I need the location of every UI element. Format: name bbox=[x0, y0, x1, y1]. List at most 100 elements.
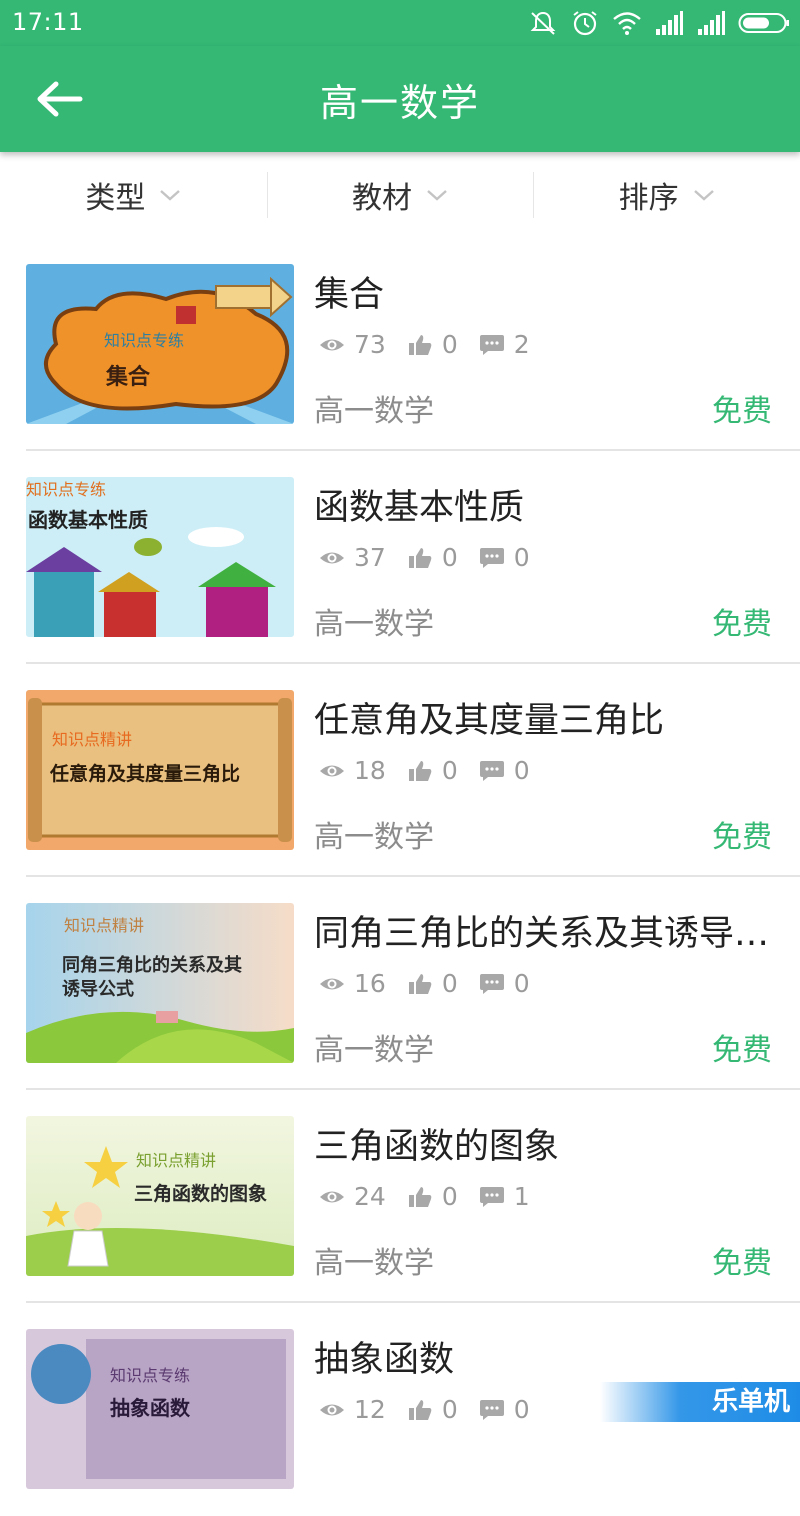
list-item[interactable]: 知识点精讲 任意角及其度量三角比 任意角及其度量三角比 18 0 0 高一数学 … bbox=[0, 664, 800, 877]
thumb-caption-line2: 诱导公式 bbox=[62, 978, 134, 1000]
views-count: 12 bbox=[354, 1395, 386, 1424]
likes-count: 0 bbox=[442, 756, 458, 785]
likes-count: 0 bbox=[442, 969, 458, 998]
eye-icon bbox=[318, 759, 346, 783]
course-stats: 37 0 0 bbox=[318, 543, 550, 572]
signal-icon bbox=[696, 9, 726, 37]
thumb-caption: 抽象函数 bbox=[110, 1396, 191, 1420]
course-price: 免费 bbox=[712, 1025, 772, 1069]
thumb-caption: 三角函数的图象 bbox=[134, 1182, 267, 1205]
battery-icon bbox=[738, 11, 790, 35]
chat-bubble-icon bbox=[478, 1185, 506, 1209]
eye-icon bbox=[318, 972, 346, 996]
chat-bubble-icon bbox=[478, 972, 506, 996]
filter-label: 排序 bbox=[619, 173, 679, 217]
course-thumbnail: 知识点精讲 同角三角比的关系及其 诱导公式 bbox=[26, 903, 294, 1063]
list-item[interactable]: 知识点精讲 同角三角比的关系及其 诱导公式 同角三角比的关系及其诱导公式 16 … bbox=[0, 877, 800, 1090]
chevron-down-icon bbox=[693, 188, 715, 202]
comments-count: 1 bbox=[514, 1182, 530, 1211]
signal-icon bbox=[654, 9, 684, 37]
thumbs-up-icon bbox=[406, 546, 434, 570]
course-stats: 18 0 0 bbox=[318, 756, 550, 785]
eye-icon bbox=[318, 1398, 346, 1422]
filter-textbook[interactable]: 教材 bbox=[267, 152, 534, 238]
course-subject: 高一数学 bbox=[314, 386, 434, 430]
comments-count: 0 bbox=[514, 1395, 530, 1424]
comments-count: 2 bbox=[514, 330, 530, 359]
course-title: 集合 bbox=[314, 266, 800, 317]
chat-bubble-icon bbox=[478, 333, 506, 357]
list-item[interactable]: 知识点精讲 三角函数的图象 三角函数的图象 24 0 1 高一数学 免费 bbox=[0, 1090, 800, 1303]
thumb-caption: 函数基本性质 bbox=[28, 508, 148, 532]
wifi-icon bbox=[612, 9, 642, 37]
course-thumbnail: 知识点专练 抽象函数 bbox=[26, 1329, 294, 1489]
views-count: 16 bbox=[354, 969, 386, 998]
list-item[interactable]: 知识点专练 函数基本性质 函数基本性质 37 0 0 高一数学 免费 bbox=[0, 451, 800, 664]
filter-type[interactable]: 类型 bbox=[0, 152, 267, 238]
likes-count: 0 bbox=[442, 330, 458, 359]
comments-count: 0 bbox=[514, 756, 530, 785]
thumbs-up-icon bbox=[406, 333, 434, 357]
eye-icon bbox=[318, 1185, 346, 1209]
course-thumbnail: 知识点精讲 任意角及其度量三角比 bbox=[26, 690, 294, 850]
course-thumbnail: 知识点专练 集合 bbox=[26, 264, 294, 424]
thumb-caption: 任意角及其度量三角比 bbox=[49, 762, 240, 785]
chevron-down-icon bbox=[426, 188, 448, 202]
course-stats: 12 0 0 bbox=[318, 1395, 550, 1424]
filter-bar: 类型 教材 排序 bbox=[0, 152, 800, 238]
thumbs-up-icon bbox=[406, 1398, 434, 1422]
course-thumbnail: 知识点精讲 三角函数的图象 bbox=[26, 1116, 294, 1276]
eye-icon bbox=[318, 546, 346, 570]
thumb-caption: 集合 bbox=[105, 364, 151, 390]
thumbs-up-icon bbox=[406, 972, 434, 996]
course-subject: 高一数学 bbox=[314, 599, 434, 643]
course-title: 函数基本性质 bbox=[314, 479, 800, 530]
course-title: 抽象函数 bbox=[314, 1331, 800, 1382]
filter-label: 类型 bbox=[85, 173, 145, 217]
app-bar: 高一数学 bbox=[0, 46, 800, 152]
filter-sort[interactable]: 排序 bbox=[533, 152, 800, 238]
thumb-tag: 知识点专练 bbox=[110, 1366, 190, 1385]
course-list: 知识点专练 集合 集合 73 0 2 高一数学 免费 知识点专练 函数基本性质 bbox=[0, 238, 800, 1516]
course-subject: 高一数学 bbox=[314, 812, 434, 856]
alarm-icon bbox=[570, 9, 600, 37]
status-bar: 17:11 bbox=[0, 0, 800, 46]
thumb-tag: 知识点精讲 bbox=[136, 1151, 216, 1170]
course-price: 免费 bbox=[712, 812, 772, 856]
views-count: 37 bbox=[354, 543, 386, 572]
status-time: 17:11 bbox=[12, 8, 84, 36]
comments-count: 0 bbox=[514, 969, 530, 998]
chat-bubble-icon bbox=[478, 759, 506, 783]
thumb-tag: 知识点精讲 bbox=[64, 916, 144, 935]
views-count: 24 bbox=[354, 1182, 386, 1211]
thumb-tag: 知识点专练 bbox=[104, 331, 184, 350]
status-icons bbox=[528, 8, 790, 38]
course-stats: 24 0 1 bbox=[318, 1182, 550, 1211]
thumbs-up-icon bbox=[406, 1185, 434, 1209]
page-title: 高一数学 bbox=[0, 72, 800, 127]
course-subject: 高一数学 bbox=[314, 1238, 434, 1282]
course-price: 免费 bbox=[712, 386, 772, 430]
likes-count: 0 bbox=[442, 1182, 458, 1211]
watermark: 乐单机 bbox=[600, 1382, 800, 1422]
list-item[interactable]: 知识点专练 集合 集合 73 0 2 高一数学 免费 bbox=[0, 238, 800, 451]
likes-count: 0 bbox=[442, 1395, 458, 1424]
chevron-down-icon bbox=[159, 188, 181, 202]
course-stats: 16 0 0 bbox=[318, 969, 550, 998]
course-stats: 73 0 2 bbox=[318, 330, 550, 359]
thumb-tag: 知识点专练 bbox=[26, 480, 106, 499]
thumb-caption-line1: 同角三角比的关系及其 bbox=[62, 954, 242, 976]
course-title: 任意角及其度量三角比 bbox=[314, 692, 800, 743]
comments-count: 0 bbox=[514, 543, 530, 572]
views-count: 18 bbox=[354, 756, 386, 785]
course-title: 三角函数的图象 bbox=[314, 1118, 800, 1169]
chat-bubble-icon bbox=[478, 1398, 506, 1422]
course-subject: 高一数学 bbox=[314, 1025, 434, 1069]
filter-label: 教材 bbox=[352, 173, 412, 217]
chat-bubble-icon bbox=[478, 546, 506, 570]
thumbs-up-icon bbox=[406, 759, 434, 783]
mute-bell-icon bbox=[528, 9, 558, 37]
course-price: 免费 bbox=[712, 1238, 772, 1282]
thumb-tag: 知识点精讲 bbox=[52, 730, 132, 749]
likes-count: 0 bbox=[442, 543, 458, 572]
